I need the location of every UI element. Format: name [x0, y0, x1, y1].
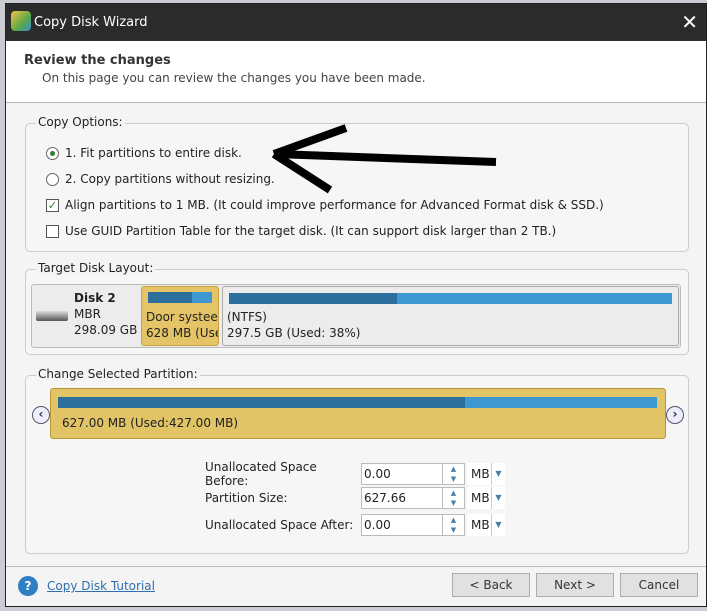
radio-no-resize[interactable] [46, 172, 59, 186]
page-header: Review the changes On this page you can … [6, 41, 706, 103]
partition-name: (NTFS) [227, 310, 267, 324]
chevron-down-icon[interactable]: ▼ [491, 487, 505, 509]
spinner-icon[interactable]: ▲ ▼ [443, 487, 465, 509]
unit-select[interactable]: MB [467, 463, 491, 485]
spinner-icon[interactable]: ▲ ▼ [443, 514, 465, 536]
unallocated-after-field: Unallocated Space After: 0.00 ▲ ▼ MB ▼ [205, 514, 505, 536]
field-label: Unallocated Space Before: [205, 460, 317, 488]
partition-resize-handle[interactable]: 627.00 MB (Used:427.00 MB) [50, 388, 666, 439]
change-partition-group: Change Selected Partition: ‹ › 627.00 MB… [25, 367, 689, 554]
footer-divider [6, 566, 706, 567]
back-button[interactable]: < Back [452, 573, 530, 597]
next-button[interactable]: Next > [536, 573, 614, 597]
partition-summary: 627.00 MB (Used:427.00 MB) [62, 416, 239, 430]
window-title: Copy Disk Wizard [34, 15, 148, 30]
chevron-down-icon[interactable]: ▼ [491, 514, 505, 536]
checkbox-label: Use GUID Partition Table for the target … [65, 224, 557, 238]
scroll-left-icon[interactable]: ‹ [32, 406, 50, 424]
partition-ntfs[interactable]: (NTFS) 297.5 GB (Used: 38%) [222, 286, 679, 346]
option-copy-without-resizing[interactable]: 2. Copy partitions without resizing. [46, 172, 275, 186]
unit-select[interactable]: MB [467, 514, 491, 536]
disk-type: MBR [74, 307, 101, 321]
partition-name: Door systeem [146, 310, 218, 324]
partition-size: 628 MB (Used [146, 326, 218, 340]
cancel-button[interactable]: Cancel [620, 573, 698, 597]
checkbox-label: Align partitions to 1 MB. (It could impr… [65, 198, 604, 212]
spinner-icon[interactable]: ▲ ▼ [443, 463, 465, 485]
partition-usage-bar [58, 397, 657, 408]
page-title: Review the changes [24, 53, 171, 68]
help-icon[interactable]: ? [18, 576, 38, 596]
option-label: 1. Fit partitions to entire disk. [65, 146, 242, 160]
unallocated-before-input[interactable]: 0.00 [361, 463, 443, 485]
scroll-right-icon[interactable]: › [666, 406, 684, 424]
hard-disk-icon [36, 311, 68, 321]
target-layout-legend: Target Disk Layout: [36, 261, 156, 275]
use-gpt-checkbox[interactable]: Use GUID Partition Table for the target … [46, 224, 556, 238]
disk-name: Disk 2 [74, 291, 116, 305]
close-icon[interactable]: ✕ [681, 10, 698, 34]
unit-select[interactable]: MB [467, 487, 491, 509]
option-label: 2. Copy partitions without resizing. [65, 172, 275, 186]
copy-options-legend: Copy Options: [36, 115, 125, 129]
partition-system[interactable]: Door systeem 628 MB (Used [141, 286, 219, 346]
partition-usage-bar [229, 293, 672, 304]
partition-size-field: Partition Size: 627.66 ▲ ▼ MB ▼ [205, 487, 505, 509]
annotation-arrow-icon [271, 124, 497, 194]
partition-usage-bar [148, 292, 212, 303]
title-bar: Copy Disk Wizard ✕ [6, 4, 706, 41]
option-fit-partitions[interactable]: 1. Fit partitions to entire disk. [46, 146, 242, 160]
disk-map: Disk 2 MBR 298.09 GB Door systeem 628 MB… [31, 284, 681, 348]
change-partition-legend: Change Selected Partition: [36, 367, 200, 381]
checkbox-unchecked[interactable] [46, 224, 59, 238]
copy-disk-wizard-window: Copy Disk Wizard ✕ Review the changes On… [5, 3, 707, 607]
align-partitions-checkbox[interactable]: ✓ Align partitions to 1 MB. (It could imp… [46, 198, 604, 212]
page-subtitle: On this page you can review the changes … [42, 71, 426, 85]
app-logo-icon [11, 11, 31, 31]
chevron-down-icon[interactable]: ▼ [491, 463, 505, 485]
copy-disk-tutorial-link[interactable]: Copy Disk Tutorial [47, 579, 155, 593]
unallocated-after-input[interactable]: 0.00 [361, 514, 443, 536]
field-label: Unallocated Space After: [205, 518, 354, 532]
field-label: Partition Size: [205, 491, 288, 505]
disk-size: 298.09 GB [74, 323, 138, 337]
unallocated-before-field: Unallocated Space Before: 0.00 ▲ ▼ MB ▼ [205, 460, 505, 488]
target-disk-layout-group: Target Disk Layout: Disk 2 MBR 298.09 GB… [25, 261, 689, 355]
partition-size-input[interactable]: 627.66 [361, 487, 443, 509]
partition-size: 297.5 GB (Used: 38%) [227, 326, 361, 340]
checkbox-checked[interactable]: ✓ [46, 198, 59, 212]
radio-fit[interactable] [46, 146, 59, 160]
